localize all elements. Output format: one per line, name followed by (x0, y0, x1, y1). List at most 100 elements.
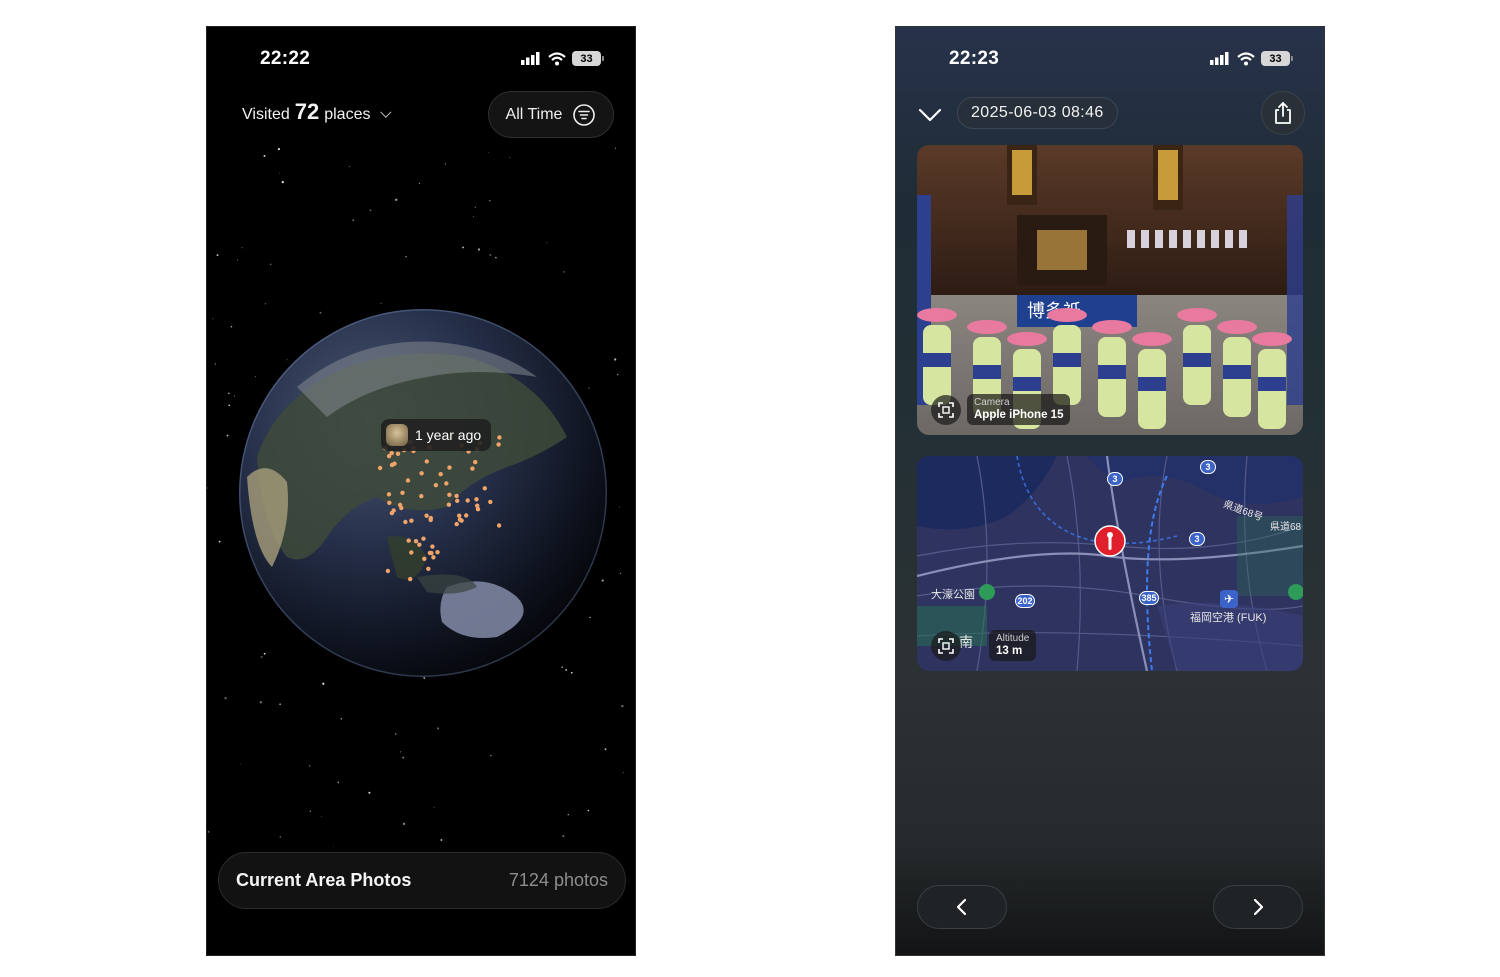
map-label-road-2: 県道68 (1270, 522, 1302, 533)
airport-icon: ✈ (1220, 590, 1238, 608)
star (348, 165, 350, 167)
star (440, 839, 443, 841)
route-shield-3c: 3 (1200, 460, 1216, 474)
star (622, 771, 624, 773)
visited-place-marker (405, 478, 411, 483)
star (563, 271, 565, 273)
star (218, 540, 221, 543)
altitude-label: Altitude (996, 633, 1030, 645)
star (369, 209, 372, 212)
park-pin-icon (979, 584, 995, 600)
star (395, 198, 398, 201)
visited-place-marker (454, 493, 459, 499)
star (277, 148, 280, 151)
status-time: 22:22 (260, 48, 311, 69)
visited-place-marker (496, 442, 501, 447)
battery-indicator: 33 (1261, 51, 1293, 66)
visited-place-marker (497, 435, 502, 440)
share-icon (1275, 102, 1291, 124)
visited-place-marker (413, 539, 419, 544)
next-photo-button[interactable] (1213, 885, 1303, 929)
star (433, 806, 435, 808)
earth-globe[interactable] (237, 307, 609, 679)
star (444, 163, 447, 165)
photo-card[interactable]: 博多祇 Camera Apple iPhone 15 (917, 145, 1303, 435)
visited-place-marker (459, 518, 464, 523)
star (604, 748, 607, 751)
wifi-icon (1237, 51, 1255, 65)
visited-place-marker (417, 542, 422, 547)
star (337, 781, 340, 784)
status-time: 22:23 (949, 48, 1000, 69)
location-map-card[interactable]: 大濠公園 福岡空港 (FUK) ✈ 県道68号 県道68 南 202 385 3… (917, 456, 1303, 671)
visited-place-marker (447, 492, 452, 497)
share-button[interactable] (1261, 91, 1305, 135)
star (279, 703, 281, 706)
star (228, 404, 230, 407)
status-icons: 33 (1210, 51, 1293, 66)
route-shield-3a: 3 (1107, 472, 1123, 486)
area-title: Current Area Photos (236, 870, 412, 890)
visited-place-marker (409, 550, 414, 555)
visited-place-marker (430, 544, 435, 549)
previous-photo-button[interactable] (917, 885, 1007, 929)
star (490, 755, 492, 757)
time-filter-button[interactable]: All Time (488, 91, 614, 138)
star (621, 704, 624, 708)
expand-icon[interactable] (931, 630, 961, 661)
altitude-info: Altitude 13 m (931, 630, 1037, 661)
visited-place-marker (391, 508, 396, 513)
star (207, 487, 208, 489)
star (333, 845, 335, 847)
visited-place-marker (455, 498, 460, 503)
visited-place-marker (470, 466, 475, 471)
star (368, 791, 371, 794)
star (259, 701, 262, 704)
visited-place-marker (409, 518, 414, 523)
visited-place-marker (496, 523, 502, 528)
star (230, 325, 233, 328)
star (352, 219, 355, 222)
star (214, 363, 217, 365)
star (241, 247, 243, 249)
status-icons: 33 (521, 51, 604, 66)
star (477, 248, 481, 251)
expand-icon[interactable] (931, 394, 961, 425)
star (509, 156, 511, 158)
camera-value: Apple iPhone 15 (974, 408, 1064, 421)
location-pin-icon (1094, 525, 1126, 557)
visited-place-marker (385, 568, 391, 574)
visited-place-marker (428, 517, 433, 523)
fullscreen-icon (938, 637, 954, 654)
star (488, 199, 491, 202)
visited-place-marker (473, 459, 478, 465)
visited-place-marker (395, 451, 401, 456)
star (405, 255, 407, 258)
visited-place-marker (397, 502, 403, 508)
visited-place-marker (403, 519, 408, 525)
star (614, 147, 617, 149)
star (228, 392, 230, 394)
route-shield-3b: 3 (1189, 532, 1205, 546)
star (216, 254, 219, 257)
star (472, 216, 474, 218)
battery-indicator: 33 (572, 51, 604, 66)
visited-place-marker (433, 483, 439, 488)
star (322, 682, 325, 685)
star (340, 718, 343, 720)
visited-place-marker (387, 500, 392, 505)
visited-places-dropdown[interactable]: Visited 72 places (242, 99, 392, 125)
route-shield-385: 385 (1139, 591, 1159, 605)
chevron-down-icon[interactable] (916, 101, 944, 129)
chevron-right-icon (1253, 898, 1264, 916)
chevron-left-icon (956, 898, 967, 916)
star (279, 172, 280, 174)
star (212, 318, 214, 320)
visited-place-marker (465, 498, 470, 503)
star (487, 151, 489, 153)
globe-tooltip[interactable]: 1 year ago (381, 419, 492, 451)
visited-place-marker (424, 513, 429, 518)
star (462, 246, 465, 249)
current-area-photos-bar[interactable]: Current Area Photos 7124 photos (218, 852, 626, 909)
route-shield-202: 202 (1015, 594, 1035, 608)
